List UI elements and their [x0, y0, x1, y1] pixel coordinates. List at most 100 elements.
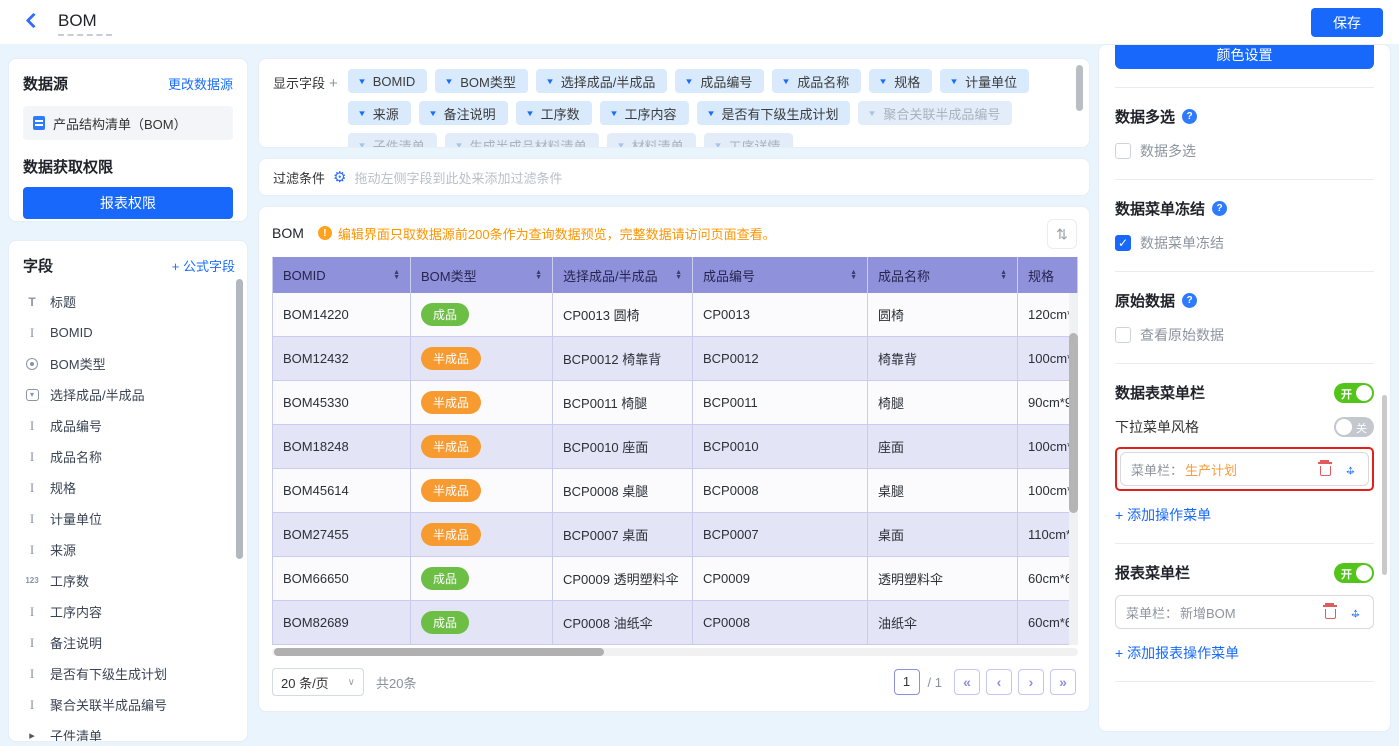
chip-unit[interactable]: ▼计量单位: [940, 69, 1029, 93]
chip-child-list-disabled[interactable]: ▼子件清单: [348, 133, 437, 148]
field-item-title[interactable]: 标题: [23, 286, 235, 317]
settings-panel-scrollbar[interactable]: [1382, 395, 1387, 575]
chip-bom-type[interactable]: ▼BOM类型: [435, 69, 528, 93]
page-size-select[interactable]: 20 条/页 ∨: [272, 668, 364, 696]
table-row[interactable]: BOM12432 半成品 BCP0012 椅靠背 BCP0012 椅靠背 100…: [273, 337, 1078, 381]
sort-icon[interactable]: ▲▼: [675, 270, 682, 280]
add-report-menu-link[interactable]: + 添加报表操作菜单: [1115, 643, 1374, 663]
table-row[interactable]: BOM27455 半成品 BCP0007 桌面 BCP0007 桌面 110cm…: [273, 513, 1078, 557]
chevron-down-icon: ▼: [428, 109, 438, 118]
chip-material-list-disabled[interactable]: ▼材料清单: [607, 133, 696, 148]
add-formula-field-link[interactable]: + 公式字段: [172, 256, 235, 275]
column-header-spec[interactable]: 规格: [1018, 257, 1078, 293]
sort-icon[interactable]: ▲▼: [393, 270, 400, 280]
first-page-button[interactable]: «: [954, 669, 980, 695]
field-item-source[interactable]: 来源: [23, 534, 235, 565]
column-header-select-product[interactable]: 选择成品/半成品▲▼: [553, 257, 693, 293]
table-horizontal-scrollbar[interactable]: [272, 648, 1078, 656]
prev-page-button[interactable]: ‹: [986, 669, 1012, 695]
column-header-product-code[interactable]: 成品编号▲▼: [693, 257, 868, 293]
delete-icon[interactable]: [1325, 609, 1336, 619]
last-page-button[interactable]: »: [1050, 669, 1076, 695]
chip-bomid[interactable]: ▼BOMID: [348, 69, 428, 93]
table-horizontal-scrollbar-thumb[interactable]: [274, 648, 604, 656]
column-header-product-name[interactable]: 成品名称▲▼: [868, 257, 1018, 293]
help-icon[interactable]: ?: [1182, 109, 1197, 124]
save-button[interactable]: 保存: [1311, 8, 1383, 37]
delete-icon[interactable]: [1320, 466, 1331, 476]
table-row[interactable]: BOM45614 半成品 BCP0008 桌腿 BCP0008 桌腿 100cm…: [273, 469, 1078, 513]
help-icon[interactable]: ?: [1182, 293, 1197, 308]
menu-item-value[interactable]: 新增BOM: [1180, 603, 1236, 622]
chip-semi-material-list-disabled[interactable]: ▼生成半成品材料清单: [445, 133, 599, 148]
display-fields-scrollbar[interactable]: [1076, 65, 1083, 111]
column-header-bom-type[interactable]: BOM类型▲▼: [411, 257, 553, 293]
chip-spec[interactable]: ▼规格: [869, 69, 932, 93]
data-table: BOMID▲▼ BOM类型▲▼ 选择成品/半成品▲▼ 成品编号▲▼ 成品名称▲▼…: [272, 257, 1078, 645]
help-icon[interactable]: ?: [1212, 201, 1227, 216]
table-row[interactable]: BOM45330 半成品 BCP0011 椅腿 BCP0011 椅腿 90cm*…: [273, 381, 1078, 425]
current-page-input[interactable]: 1: [894, 669, 920, 695]
field-item-bomid[interactable]: BOMID: [23, 317, 235, 348]
table-row[interactable]: BOM82689 成品 CP0008 油纸伞 CP0008 油纸伞 60cm*6: [273, 601, 1078, 645]
sort-icon[interactable]: ▲▼: [1000, 270, 1007, 280]
chip-product-name[interactable]: ▼成品名称: [772, 69, 861, 93]
checkbox-checked[interactable]: ✓: [1115, 235, 1131, 251]
chip-process-count[interactable]: ▼工序数: [516, 101, 592, 125]
change-datasource-link[interactable]: 更改数据源: [168, 74, 233, 93]
menu-item-value[interactable]: 生产计划: [1185, 460, 1237, 479]
checkbox-unchecked[interactable]: [1115, 327, 1131, 343]
menu-freeze-checkbox-row[interactable]: ✓ 数据菜单冻结: [1115, 233, 1374, 253]
checkbox-unchecked[interactable]: [1115, 143, 1131, 159]
field-item-remark[interactable]: 备注说明: [23, 627, 235, 658]
fields-scrollbar[interactable]: [236, 279, 243, 559]
table-row[interactable]: BOM66650 成品 CP0009 透明塑料伞 CP0009 透明塑料伞 60…: [273, 557, 1078, 601]
sort-icon[interactable]: ▲▼: [850, 270, 857, 280]
chip-remark[interactable]: ▼备注说明: [419, 101, 508, 125]
field-item-process-content[interactable]: 工序内容: [23, 596, 235, 627]
move-icon[interactable]: ↔↕: [1343, 462, 1358, 477]
number-field-icon: [23, 576, 41, 585]
datasource-item[interactable]: 产品结构清单（BOM）: [23, 106, 233, 140]
add-display-field-icon[interactable]: +: [329, 75, 338, 92]
field-item-product-name[interactable]: 成品名称: [23, 441, 235, 472]
chip-agg-code-disabled[interactable]: ▼聚合关联半成品编号: [858, 101, 1012, 125]
data-menu-bar-toggle[interactable]: 开: [1334, 383, 1374, 403]
field-item-agg-code[interactable]: 聚合关联半成品编号: [23, 689, 235, 720]
dropdown-style-toggle[interactable]: 关: [1334, 417, 1374, 437]
field-item-product-code[interactable]: 成品编号: [23, 410, 235, 441]
field-item-spec[interactable]: 规格: [23, 472, 235, 503]
back-icon[interactable]: [26, 13, 42, 29]
sort-order-button[interactable]: ⇅: [1047, 219, 1077, 249]
gear-icon[interactable]: ⚙: [333, 170, 346, 185]
field-item-child-list[interactable]: 子件清单: [23, 720, 235, 742]
sort-icon[interactable]: ▲▼: [535, 270, 542, 280]
move-icon[interactable]: ↔↕: [1348, 605, 1363, 620]
field-item-bom-type[interactable]: BOM类型: [23, 348, 235, 379]
chip-process-detail-disabled[interactable]: ▼工序详情: [704, 133, 793, 148]
add-action-menu-link[interactable]: + 添加操作菜单: [1115, 505, 1374, 525]
field-item-unit[interactable]: 计量单位: [23, 503, 235, 534]
table-vertical-scrollbar-thumb[interactable]: [1069, 333, 1078, 513]
field-item-process-count[interactable]: 工序数: [23, 565, 235, 596]
table-vertical-scrollbar[interactable]: [1069, 293, 1078, 645]
color-settings-button[interactable]: 颜色设置: [1115, 44, 1374, 69]
report-permission-button[interactable]: 报表权限: [23, 187, 233, 219]
text-field-icon: [23, 418, 41, 434]
next-page-button[interactable]: ›: [1018, 669, 1044, 695]
field-item-select-product[interactable]: ▾选择成品/半成品: [23, 379, 235, 410]
report-menu-bar-toggle[interactable]: 开: [1334, 563, 1374, 583]
raw-data-checkbox-row[interactable]: 查看原始数据: [1115, 325, 1374, 345]
chip-product-code[interactable]: ▼成品编号: [675, 69, 764, 93]
chip-source[interactable]: ▼来源: [348, 101, 411, 125]
menu-bar-item-new-bom[interactable]: 菜单栏： 新增BOM ↔↕: [1115, 595, 1374, 629]
chip-process-content[interactable]: ▼工序内容: [600, 101, 689, 125]
multi-select-checkbox-row[interactable]: 数据多选: [1115, 141, 1374, 161]
table-row[interactable]: BOM18248 半成品 BCP0010 座面 BCP0010 座面 100cm…: [273, 425, 1078, 469]
chip-has-sub-plan[interactable]: ▼是否有下级生成计划: [697, 101, 851, 125]
table-row[interactable]: BOM14220 成品 CP0013 圆椅 CP0013 圆椅 120cm*: [273, 293, 1078, 337]
menu-bar-item-production-plan[interactable]: 菜单栏： 生产计划 ↔↕: [1120, 452, 1369, 486]
chip-select-product[interactable]: ▼选择成品/半成品: [536, 69, 668, 93]
column-header-bomid[interactable]: BOMID▲▼: [273, 257, 411, 293]
field-item-has-sub-plan[interactable]: 是否有下级生成计划: [23, 658, 235, 689]
